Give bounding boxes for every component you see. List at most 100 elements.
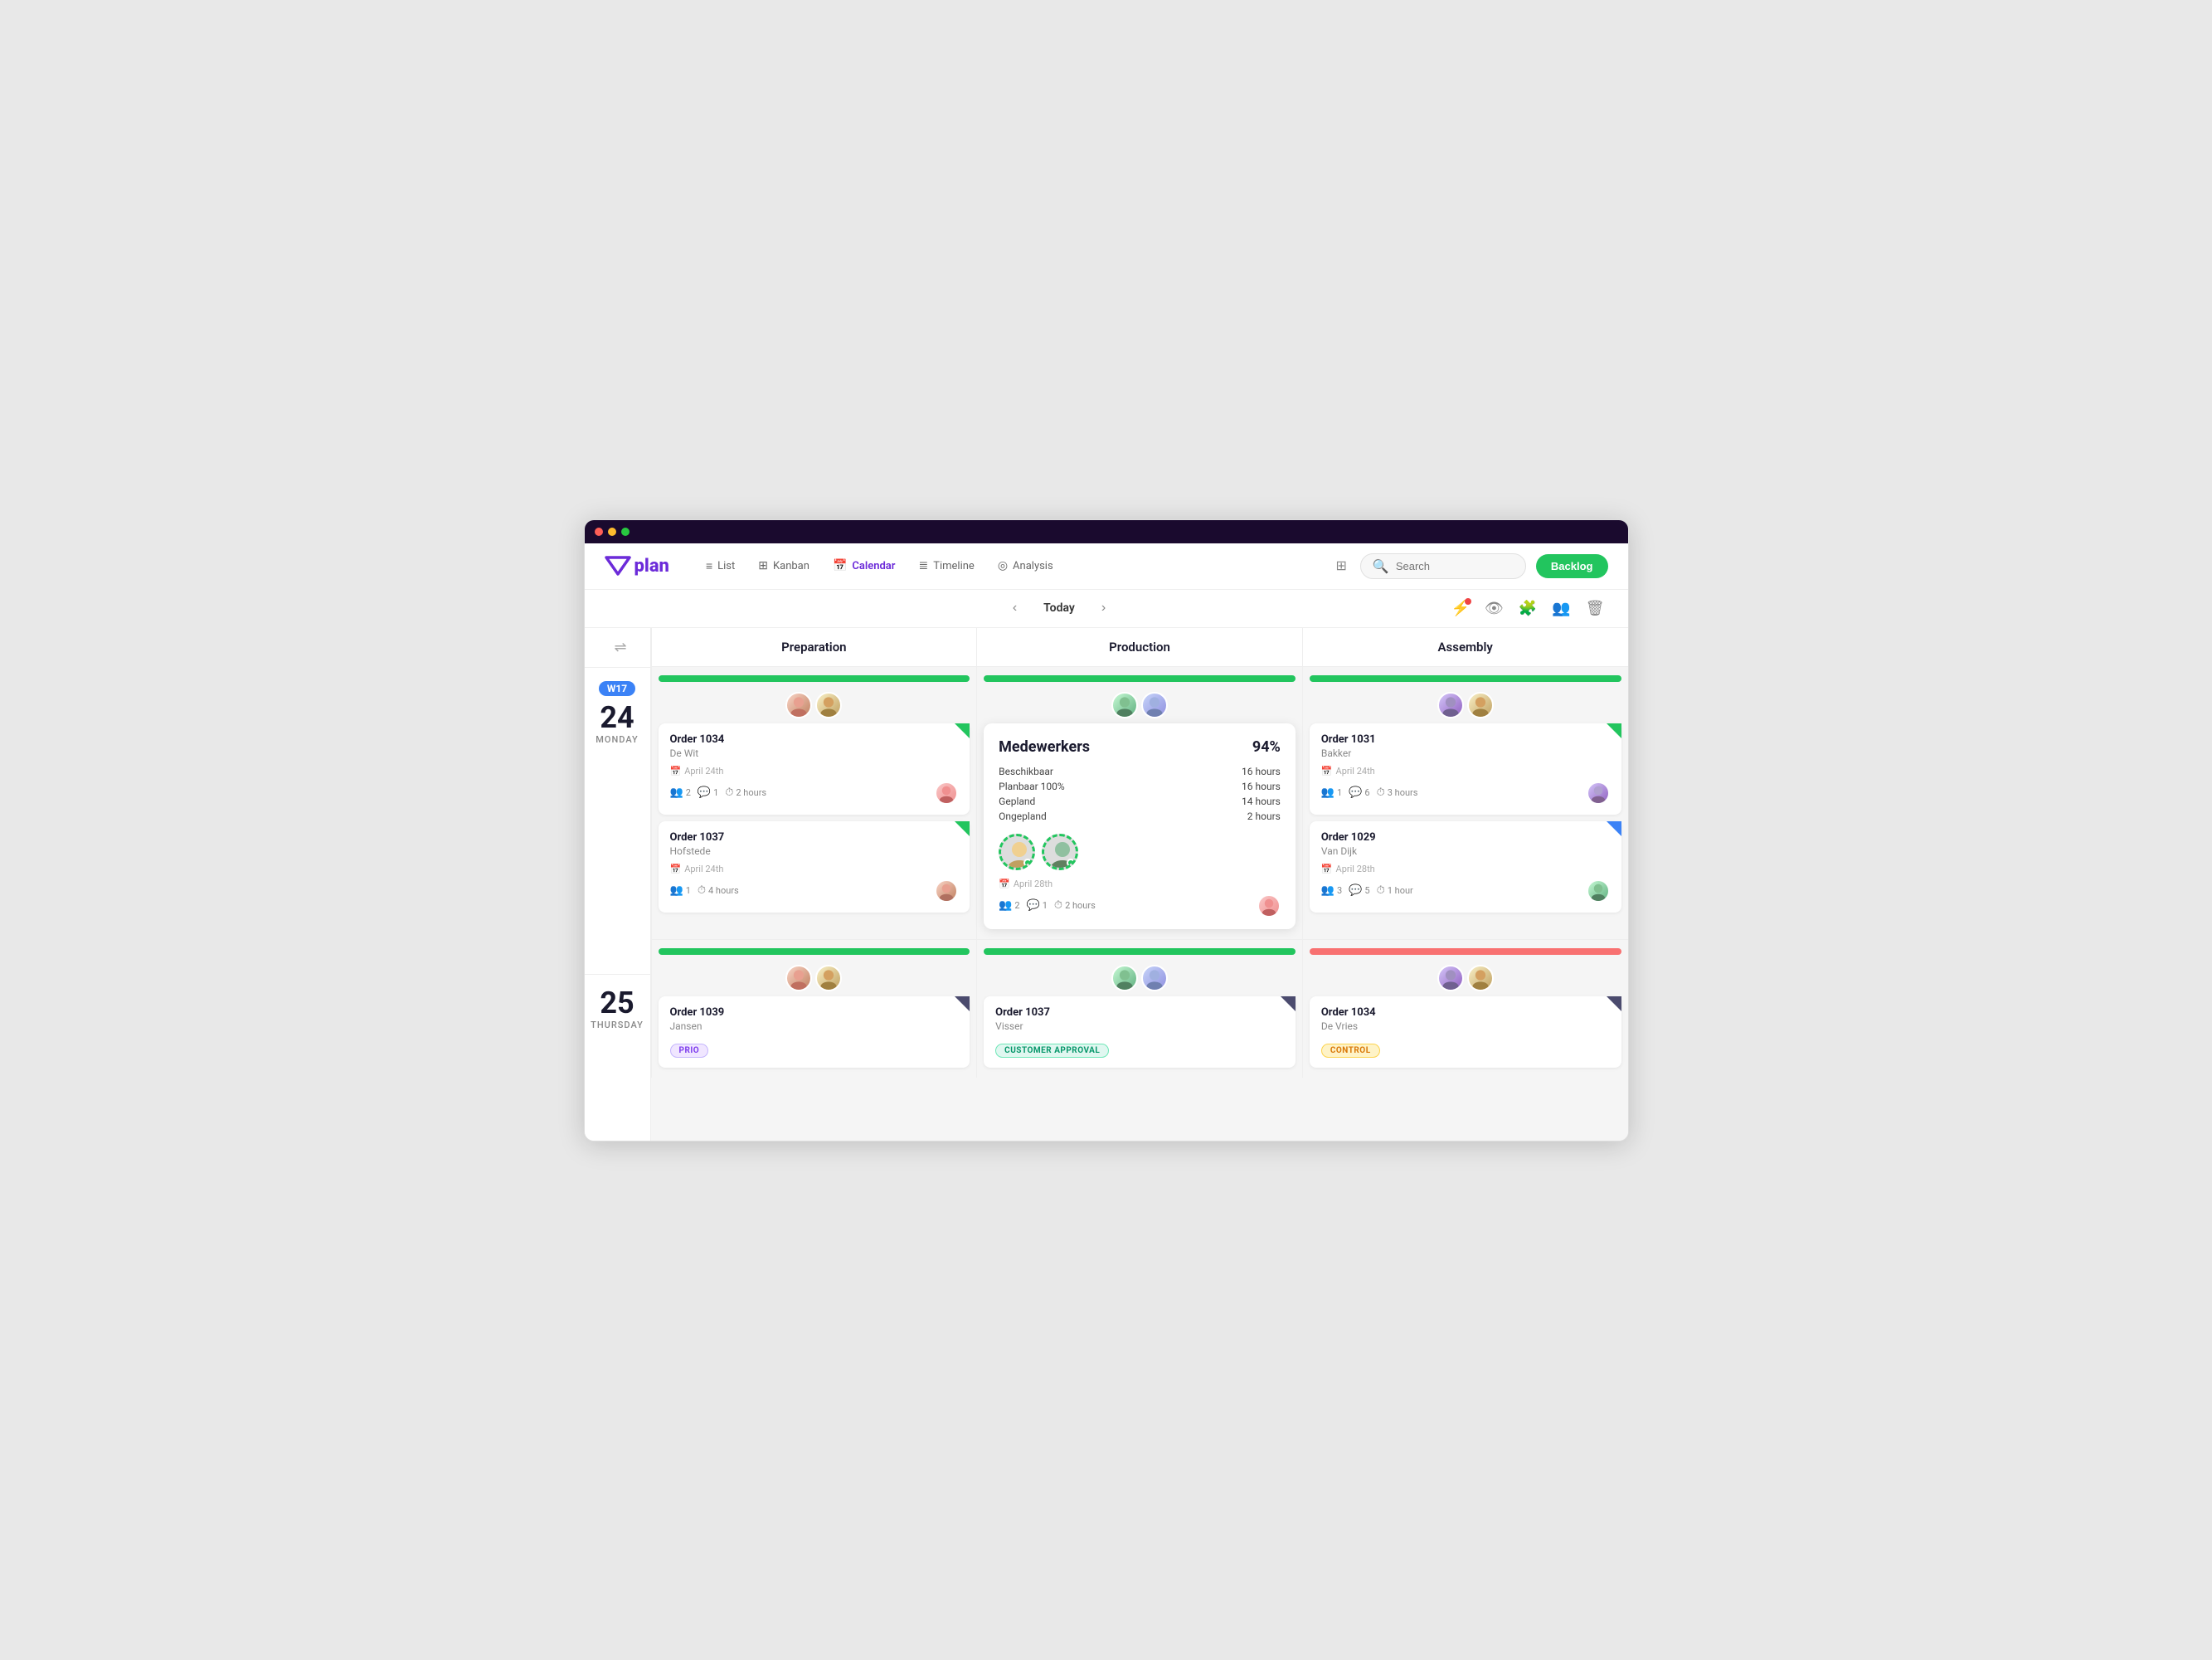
stat-comments: 💬 5 bbox=[1349, 884, 1369, 897]
comment-icon: 💬 bbox=[1349, 786, 1362, 799]
nav-timeline[interactable]: ≣ Timeline bbox=[908, 554, 984, 578]
card-title: Order 1037 bbox=[995, 1006, 1284, 1019]
sub-toolbar: ‹ Today › ⚡ 👁 🧩 👥 🗑 bbox=[585, 590, 1628, 628]
calendar-small-icon: 📅 bbox=[670, 766, 682, 776]
maximize-dot[interactable] bbox=[621, 528, 630, 536]
production-resource-header-d2 bbox=[977, 940, 1302, 965]
prev-button[interactable]: ‹ bbox=[1006, 597, 1023, 619]
stat-time: ⏱ 1 hour bbox=[1377, 884, 1413, 897]
card-footer: 👥 3 💬 5 ⏱ 1 hour bbox=[1321, 879, 1610, 903]
card-order-1034[interactable]: Order 1034 De Wit 📅 April 24th 👥 2 bbox=[659, 723, 970, 815]
avatar bbox=[1141, 965, 1168, 991]
next-button[interactable]: › bbox=[1095, 597, 1112, 619]
app-window: plan ≡ List ⊞ Kanban 📅 Calendar ≣ Timeli… bbox=[584, 519, 1629, 1142]
left-sidebar: ⇌ W17 24 MONDAY 25 THURSDAY bbox=[585, 628, 651, 1141]
time-icon: ⏱ bbox=[698, 884, 706, 897]
medewerkers-title: Medewerkers bbox=[999, 738, 1090, 756]
medew-card-footer: 👥 2 💬 1 ⏱ 2 hours bbox=[999, 894, 1281, 918]
avatar bbox=[815, 965, 842, 991]
trash-icon: 🗑 bbox=[1586, 600, 1605, 616]
card-order-1029[interactable]: Order 1029 Van Dijk 📅 April 28th 👥 3 bbox=[1310, 821, 1621, 913]
calendar-small-icon: 📅 bbox=[1321, 864, 1333, 874]
stat-time: ⏱ 4 hours bbox=[698, 884, 739, 897]
card-date: 📅 April 24th bbox=[670, 864, 959, 874]
card-order-1034b[interactable]: Order 1034 De Vries CONTROL bbox=[1310, 996, 1621, 1068]
eye-icon: 👁 bbox=[1485, 600, 1504, 616]
search-input[interactable] bbox=[1396, 560, 1514, 572]
preparation-resource-header-d2 bbox=[652, 940, 977, 965]
comment-icon: 💬 bbox=[1027, 899, 1040, 912]
preparation-bar-d1 bbox=[659, 675, 970, 682]
filter-button[interactable]: ⚡ bbox=[1448, 596, 1473, 621]
card-title: Order 1031 bbox=[1321, 733, 1610, 746]
col-production-day2: Order 1037 Visser CUSTOMER APPROVAL bbox=[976, 940, 1302, 1078]
col-assembly-day1: Order 1031 Bakker 📅 April 24th 👥 1 bbox=[1302, 667, 1628, 939]
trash-button[interactable]: 🗑 bbox=[1582, 596, 1608, 621]
eye-button[interactable]: 👁 bbox=[1481, 596, 1507, 621]
stat-comments: 💬 6 bbox=[1349, 786, 1369, 799]
medew-row-gepland: Gepland 14 hours bbox=[999, 794, 1281, 809]
puzzle-button[interactable]: 🧩 bbox=[1515, 596, 1540, 621]
card-corner-green bbox=[955, 821, 970, 836]
minimize-dot[interactable] bbox=[608, 528, 616, 536]
logo[interactable]: plan bbox=[605, 553, 669, 579]
day-number-25: 25 bbox=[600, 988, 634, 1018]
card-order-1031[interactable]: Order 1031 Bakker 📅 April 24th 👥 1 bbox=[1310, 723, 1621, 815]
card-avatar bbox=[935, 781, 958, 805]
col-production-day1: Medewerkers 94% Beschikbaar 16 hours Pla… bbox=[976, 667, 1302, 939]
medewerkers-avatars bbox=[999, 834, 1281, 870]
backlog-button[interactable]: Backlog bbox=[1536, 554, 1608, 578]
nav-list[interactable]: ≡ List bbox=[696, 554, 745, 578]
card-date: 📅 April 28th bbox=[1321, 864, 1610, 874]
medew-row-ongepland: Ongepland 2 hours bbox=[999, 809, 1281, 824]
tag-prio: PRIO bbox=[670, 1044, 709, 1058]
medewerkers-card[interactable]: Medewerkers 94% Beschikbaar 16 hours Pla… bbox=[984, 723, 1296, 929]
time-icon: ⏱ bbox=[1377, 786, 1385, 799]
card-avatar bbox=[935, 879, 958, 903]
assembly-resource-header-d1 bbox=[1303, 667, 1628, 692]
stat-time: ⏱ 2 hours bbox=[1054, 899, 1096, 912]
team-button[interactable]: 👥 bbox=[1548, 596, 1573, 621]
medew-row-planbaar: Planbaar 100% 16 hours bbox=[999, 779, 1281, 794]
close-dot[interactable] bbox=[595, 528, 603, 536]
title-bar bbox=[585, 520, 1628, 543]
card-footer: 👥 1 💬 6 ⏱ 3 hours bbox=[1321, 781, 1610, 805]
fullscreen-button[interactable]: ⊞ bbox=[1333, 554, 1350, 577]
card-order-1037[interactable]: Order 1037 Hofstede 📅 April 24th 👥 1 bbox=[659, 821, 970, 913]
card-avatar-right bbox=[1587, 781, 1610, 805]
card-title: Order 1034 bbox=[1321, 1006, 1610, 1019]
comment-icon: 💬 bbox=[698, 786, 711, 799]
analysis-icon: ◎ bbox=[998, 559, 1008, 572]
nav-calendar[interactable]: 📅 Calendar bbox=[823, 554, 906, 578]
tag-control: CONTROL bbox=[1321, 1044, 1380, 1058]
medew-avatar-2 bbox=[1042, 834, 1078, 870]
avatar bbox=[1467, 965, 1494, 991]
list-icon: ≡ bbox=[706, 559, 712, 573]
card-order-1039[interactable]: Order 1039 Jansen PRIO bbox=[659, 996, 970, 1068]
card-footer: 👥 1 ⏱ 4 hours bbox=[670, 879, 959, 903]
search-bar[interactable]: 🔍 bbox=[1360, 553, 1526, 579]
avatar bbox=[1467, 692, 1494, 718]
nav-analysis[interactable]: ◎ Analysis bbox=[988, 554, 1063, 578]
shuffle-icon[interactable]: ⇌ bbox=[614, 639, 626, 656]
workers-icon: 👥 bbox=[670, 884, 683, 897]
comment-icon: 💬 bbox=[1349, 884, 1362, 897]
columns-main: Preparation Production Assembly bbox=[651, 628, 1628, 1141]
card-order-1037b[interactable]: Order 1037 Visser CUSTOMER APPROVAL bbox=[984, 996, 1296, 1068]
col-header-preparation: Preparation bbox=[651, 628, 977, 666]
card-title: Order 1039 bbox=[670, 1006, 959, 1019]
medew-card-date: 📅 April 28th bbox=[999, 879, 1281, 889]
stat-workers: 👥 1 bbox=[670, 884, 691, 897]
medewerkers-rows: Beschikbaar 16 hours Planbaar 100% 16 ho… bbox=[999, 764, 1281, 824]
day-block-25: 25 THURSDAY bbox=[585, 975, 651, 1141]
today-label: Today bbox=[1033, 598, 1085, 618]
avatar-dot bbox=[1067, 859, 1075, 867]
time-icon: ⏱ bbox=[1054, 899, 1062, 912]
card-subtitle: Jansen bbox=[670, 1020, 959, 1032]
nav-kanban[interactable]: ⊞ Kanban bbox=[748, 554, 819, 578]
calendar-small-icon: 📅 bbox=[670, 864, 682, 874]
preparation-bar-d2 bbox=[659, 948, 970, 955]
time-icon: ⏱ bbox=[725, 786, 733, 799]
preparation-avatars-d1 bbox=[652, 692, 977, 718]
avatar bbox=[935, 781, 958, 805]
